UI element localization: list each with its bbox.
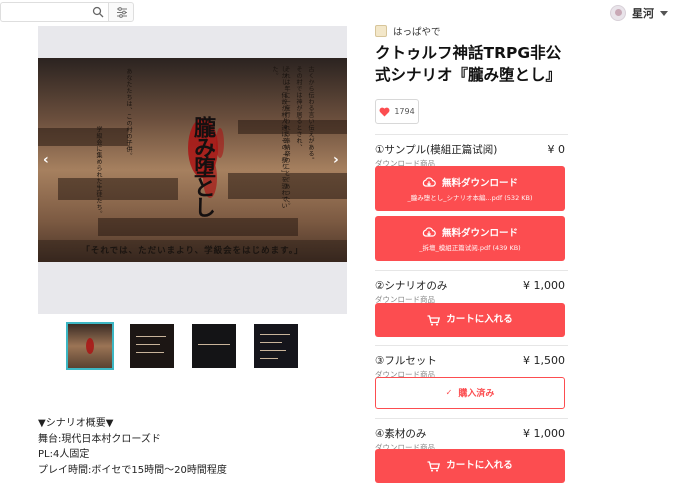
divider — [375, 418, 568, 419]
description-line: プレイ時間:ボイセで15時間〜20時間程度 — [38, 464, 227, 476]
product-title: クトゥルフ神話TRPG非公式シナリオ『朧み堕とし』 — [375, 44, 562, 84]
variant-sample: ①サンプル(模組正篇试阅) ダウンロード商品 ¥ 0 — [375, 142, 565, 169]
thumbnail-4[interactable] — [254, 324, 298, 368]
thumbnail-3[interactable] — [192, 324, 236, 368]
top-bar: 星河 — [0, 0, 680, 26]
divider — [375, 134, 568, 135]
free-download-button-2[interactable]: 無料ダウンロード _拆壇_模組正篇试阅.pdf (439 KB) — [375, 216, 565, 261]
variant-price: ¥ 1,000 — [523, 427, 565, 440]
add-to-cart-button-1[interactable]: カートに入れる — [375, 303, 565, 337]
file-name: _拆壇_模組正篇试阅.pdf (439 KB) — [419, 244, 521, 252]
heart-icon — [379, 107, 390, 117]
thumbnail-2[interactable] — [130, 324, 174, 368]
username[interactable]: 星河 — [632, 5, 654, 21]
like-count: 1794 — [394, 107, 415, 116]
divider — [375, 270, 568, 271]
thumbnail-strip — [66, 322, 298, 370]
next-image-button[interactable]: › — [333, 152, 339, 168]
filter-icon — [117, 7, 127, 18]
chevron-down-icon[interactable] — [660, 10, 668, 16]
like-button[interactable]: 1794 — [375, 99, 419, 124]
avatar[interactable] — [610, 5, 626, 21]
cloud-download-icon — [422, 226, 436, 237]
cloud-download-icon — [422, 176, 436, 187]
file-name: _朧み堕とし_シナリオ本編...pdf (532 KB) — [407, 194, 533, 202]
divider — [375, 345, 568, 346]
cart-icon — [427, 460, 441, 472]
free-download-button-1[interactable]: 無料ダウンロード _朧み堕とし_シナリオ本編...pdf (532 KB) — [375, 166, 565, 211]
main-image[interactable]: しかし、何故か村人達はその「祭り」を恐れていた。 それは年に一度行われる奉納祭の… — [38, 58, 347, 262]
variant-price: ¥ 0 — [547, 143, 566, 156]
thumbnail-1[interactable] — [66, 322, 114, 370]
check-icon: ✓ — [445, 388, 453, 397]
variant-price: ¥ 1,000 — [523, 279, 565, 292]
cover-caption: 「それでは、ただいまより、学級会をはじめます。」 — [38, 240, 347, 262]
variant-scenario-only: ②シナリオのみ ダウンロード商品 ¥ 1,000 — [375, 278, 565, 305]
description-line: 舞台:現代日本村クローズド — [38, 433, 161, 445]
prev-image-button[interactable]: ‹ — [43, 152, 49, 168]
description-line: PL:4人固定 — [38, 449, 90, 460]
purchased-button[interactable]: ✓ 購入済み — [375, 377, 565, 409]
add-to-cart-button-2[interactable]: カートに入れる — [375, 449, 565, 483]
description: ▼シナリオ概要▼ 舞台:現代日本村クローズド PL:4人固定 プレイ時間:ボイセ… — [38, 416, 227, 478]
button-label: カートに入れる — [446, 314, 513, 325]
search-icon[interactable] — [92, 6, 104, 18]
button-label: 無料ダウンロード — [441, 228, 518, 239]
cover-title: 朧み堕とし — [190, 116, 215, 216]
button-label: カートに入れる — [446, 460, 513, 471]
description-line: ▼シナリオ概要▼ — [38, 418, 114, 429]
cart-icon — [427, 314, 441, 326]
search-input[interactable] — [0, 2, 108, 22]
button-label: 購入済み — [458, 389, 495, 399]
button-label: 無料ダウンロード — [441, 178, 518, 189]
shop-icon — [375, 25, 387, 37]
user-menu[interactable]: 星河 — [610, 3, 668, 23]
variant-price: ¥ 1,500 — [523, 354, 565, 367]
variant-full-set: ③フルセット ダウンロード商品 ¥ 1,500 — [375, 353, 565, 380]
filter-button[interactable] — [108, 2, 134, 22]
variant-name: ①サンプル(模組正篇试阅) — [375, 144, 498, 156]
shop-name[interactable]: はっぱやで — [393, 24, 441, 38]
shop-link[interactable]: はっぱやで — [375, 24, 441, 38]
